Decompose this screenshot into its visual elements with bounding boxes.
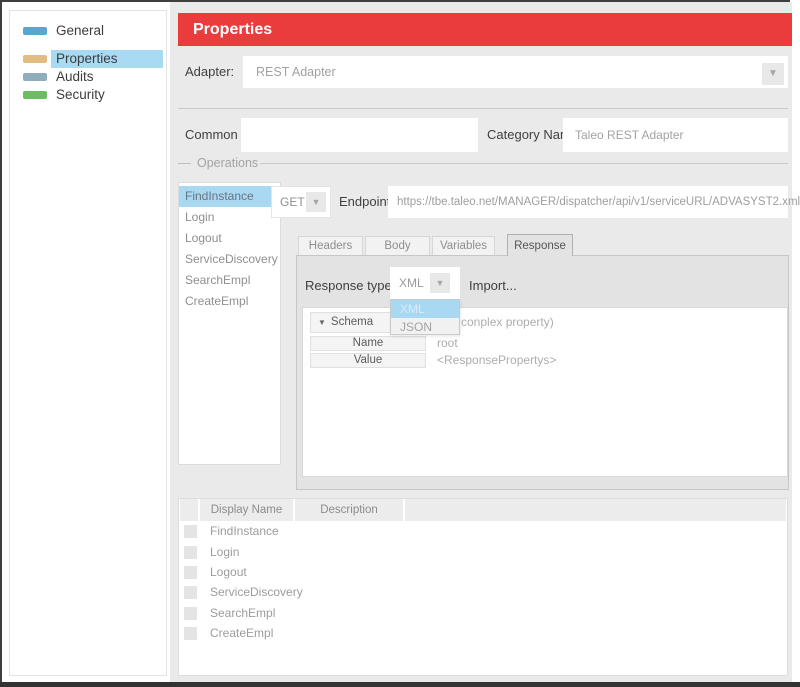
- operation-item-searchempl[interactable]: SearchEmpl: [179, 270, 280, 291]
- row-display-name: Logout: [210, 565, 247, 579]
- response-type-value: XML: [399, 276, 424, 290]
- row-checkbox[interactable]: [184, 565, 197, 579]
- row-checkbox[interactable]: [184, 585, 197, 599]
- common-url-input[interactable]: [241, 118, 478, 152]
- category-name-value: Taleo REST Adapter: [575, 128, 684, 142]
- table-row[interactable]: Login: [184, 542, 239, 562]
- table-row[interactable]: ServiceDiscovery: [184, 582, 303, 602]
- table-row[interactable]: Logout: [184, 562, 247, 582]
- operation-item-logout[interactable]: Logout: [179, 228, 280, 249]
- table-row[interactable]: FindInstance: [184, 521, 279, 541]
- table-row[interactable]: SearchEmpl: [184, 603, 275, 623]
- schema-value-value[interactable]: <ResponsePropertys>: [437, 353, 556, 368]
- table-header-checkbox-col: [180, 499, 198, 521]
- chevron-down-icon[interactable]: ▼: [430, 273, 450, 293]
- legend-dash: [178, 163, 191, 164]
- schema-name-cell: Name: [310, 336, 426, 351]
- schema-name-value[interactable]: root: [437, 336, 458, 351]
- table-header-spacer: [405, 499, 786, 521]
- sidebar-item-label: Security: [56, 87, 105, 102]
- row-checkbox[interactable]: [184, 606, 197, 620]
- menu-option-xml[interactable]: XML: [391, 300, 459, 318]
- row-display-name: CreateEmpl: [210, 626, 274, 640]
- security-swatch-icon: [23, 91, 47, 99]
- sidebar-item-security[interactable]: Security: [10, 86, 168, 104]
- table-header-display-name: Display Name: [200, 499, 293, 521]
- schema-header-note: conplex property): [461, 315, 554, 329]
- operation-item-findinstance[interactable]: FindInstance: [179, 186, 280, 207]
- adapter-label: Adapter:: [185, 64, 235, 79]
- table-row[interactable]: CreateEmpl: [184, 623, 273, 643]
- sidebar-item-label: General: [56, 23, 105, 38]
- endpoint-value: https://tbe.taleo.net/MANAGER/dispatcher…: [397, 196, 800, 208]
- sidebar-item-general[interactable]: General: [10, 22, 168, 40]
- method-value: GET: [280, 195, 305, 209]
- operation-item-createempl[interactable]: CreateEmpl: [179, 291, 280, 312]
- sidebar-item-properties[interactable]: Properties: [10, 50, 168, 68]
- collapse-triangle-icon: ▼: [318, 318, 326, 327]
- row-display-name: SearchEmpl: [210, 606, 276, 620]
- sidebar-item-label: Properties: [51, 50, 163, 68]
- window-bottom-border: [0, 682, 800, 687]
- row-checkbox[interactable]: [184, 545, 197, 559]
- tab-response[interactable]: Response: [507, 234, 573, 256]
- sidebar-item-audits[interactable]: Audits: [10, 68, 168, 86]
- tab-variables[interactable]: Variables: [432, 236, 495, 255]
- method-dropdown[interactable]: GET ▼: [271, 186, 331, 218]
- chevron-down-icon[interactable]: ▼: [762, 63, 784, 85]
- sidebar: General Properties Audits Security: [9, 10, 167, 676]
- import-button[interactable]: Import...: [469, 270, 517, 302]
- legend-line: [260, 163, 788, 164]
- response-type-menu: XML JSON: [390, 299, 460, 335]
- row-checkbox[interactable]: [184, 524, 197, 538]
- window-left-border: [0, 0, 2, 682]
- general-swatch-icon: [23, 27, 47, 35]
- properties-swatch-icon: [23, 55, 47, 63]
- section-header: Properties: [178, 13, 792, 46]
- row-display-name: Login: [210, 545, 240, 559]
- response-type-label: Response type: [305, 278, 392, 293]
- tab-headers[interactable]: Headers: [298, 236, 363, 255]
- divider: [178, 108, 788, 109]
- row-checkbox[interactable]: [184, 626, 197, 640]
- schema-header-label: Schema: [330, 316, 374, 328]
- adapter-dropdown[interactable]: REST Adapter ▼: [243, 56, 788, 88]
- row-display-name: ServiceDiscovery: [210, 585, 303, 599]
- response-type-dropdown[interactable]: XML ▼: [390, 267, 460, 299]
- endpoint-input[interactable]: https://tbe.taleo.net/MANAGER/dispatcher…: [388, 186, 800, 218]
- chevron-down-icon[interactable]: ▼: [306, 192, 326, 212]
- operations-list: FindInstance Login Logout ServiceDiscove…: [178, 182, 281, 465]
- sidebar-item-label: Audits: [56, 69, 94, 84]
- audits-swatch-icon: [23, 73, 47, 81]
- adapter-value: REST Adapter: [256, 65, 336, 79]
- tab-body[interactable]: Body: [365, 236, 430, 255]
- endpoint-label: Endpoint:: [339, 194, 394, 209]
- row-display-name: FindInstance: [210, 524, 279, 538]
- adapter-properties-window: General Properties Audits Security Prope…: [0, 0, 800, 687]
- schema-value-cell: Value: [310, 353, 426, 368]
- category-name-input[interactable]: Taleo REST Adapter: [563, 118, 788, 152]
- operation-item-servicediscovery[interactable]: ServiceDiscovery: [179, 249, 280, 270]
- page-title: Properties: [193, 21, 273, 38]
- operation-item-login[interactable]: Login: [179, 207, 280, 228]
- operations-legend: Operations: [197, 156, 259, 170]
- table-header-description: Description: [295, 499, 403, 521]
- menu-option-json[interactable]: JSON: [391, 318, 459, 336]
